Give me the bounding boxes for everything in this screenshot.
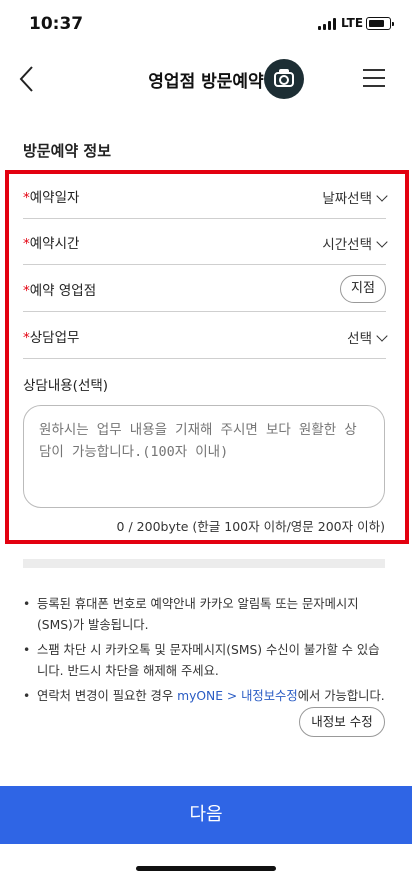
menu-button[interactable]	[363, 66, 385, 90]
section-title: 방문예약 정보	[23, 142, 112, 160]
date-label: *예약일자	[23, 190, 80, 206]
chevron-down-icon	[376, 330, 388, 342]
notice-item: • 스팸 차단 시 카카오톡 및 문자메시지(SMS) 수신이 불가할 수 있습니…	[23, 643, 380, 678]
next-button[interactable]: 다음	[0, 786, 412, 844]
content-textarea[interactable]	[23, 405, 385, 508]
home-indicator	[136, 866, 276, 871]
time-row: *예약시간 시간선택	[23, 218, 388, 265]
myone-link[interactable]: myONE > 내정보수정	[177, 689, 298, 703]
battery-icon	[366, 17, 394, 30]
branch-row: *예약 영업점 지점	[23, 265, 386, 312]
consult-row: *상담업무 선택	[23, 312, 388, 359]
date-row: *예약일자 날짜선택	[23, 172, 388, 219]
chevron-down-icon	[376, 190, 388, 202]
content-label: 상담내용(선택)	[23, 378, 109, 394]
edit-info-button[interactable]: 내정보 수정	[299, 707, 385, 737]
time-select[interactable]: 시간선택	[322, 233, 388, 253]
notice-item: • 연락처 변경이 필요한 경우 myONE > 내정보수정에서 가능합니다.	[23, 689, 385, 703]
consult-label: *상담업무	[23, 330, 80, 346]
section-divider	[23, 559, 385, 568]
status-bar: 10:37 LTE	[0, 0, 412, 50]
signal-icon	[318, 18, 336, 30]
branch-label: *예약 영업점	[23, 283, 97, 299]
camera-icon[interactable]	[264, 59, 304, 99]
chevron-down-icon	[376, 236, 388, 248]
page-title: 영업점 방문예약	[148, 72, 264, 92]
app-header: 영업점 방문예약	[0, 52, 412, 106]
notice-list: • 등록된 휴대폰 번호로 예약안내 카카오 알림톡 또는 문자메시지(SMS)가…	[23, 594, 385, 711]
date-select[interactable]: 날짜선택	[322, 187, 388, 207]
network-label: LTE	[341, 16, 364, 30]
byte-counter: 0 / 200byte (한글 100자 이하/영문 200자 이하)	[116, 519, 385, 534]
branch-button[interactable]: 지점	[340, 275, 386, 303]
status-time: 10:37	[29, 14, 84, 34]
consult-select[interactable]: 선택	[347, 327, 388, 347]
time-label: *예약시간	[23, 236, 80, 252]
notice-item: • 등록된 휴대폰 번호로 예약안내 카카오 알림톡 또는 문자메시지(SMS)가…	[23, 597, 359, 632]
